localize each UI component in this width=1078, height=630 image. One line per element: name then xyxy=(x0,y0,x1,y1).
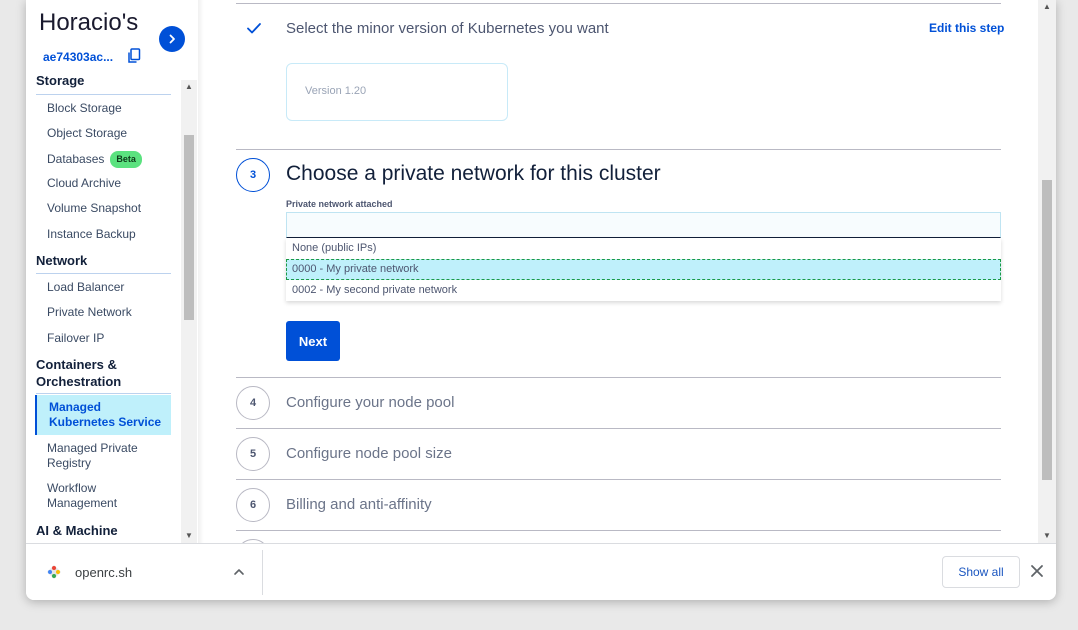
scroll-down-arrow-icon[interactable]: ▼ xyxy=(1038,529,1056,543)
sidebar-item-cloud-archive[interactable]: Cloud Archive xyxy=(47,176,121,191)
sidebar-divider xyxy=(36,393,171,394)
scroll-up-arrow-icon[interactable]: ▲ xyxy=(1038,0,1056,14)
sidebar-section-line: Orchestration xyxy=(36,374,122,389)
step-3-title: Choose a private network for this cluste… xyxy=(286,162,661,185)
sidebar-item-object-storage[interactable]: Object Storage xyxy=(47,126,127,141)
sidebar-item-label: Managed xyxy=(49,400,102,414)
sidebar-item-block-storage[interactable]: Block Storage xyxy=(47,101,122,116)
chevron-right-icon xyxy=(169,34,175,44)
sidebar-section-ai: AI & Machine xyxy=(36,523,118,538)
sidebar-item-volume-snapshot[interactable]: Volume Snapshot xyxy=(47,201,141,216)
network-option-0000[interactable]: 0000 - My private network xyxy=(286,259,1001,280)
step-5-title[interactable]: Configure node pool size xyxy=(286,445,452,462)
download-filename[interactable]: openrc.sh xyxy=(75,565,132,580)
sidebar-item-failover-ip[interactable]: Failover IP xyxy=(47,331,104,346)
step-divider xyxy=(236,3,1001,4)
step-divider xyxy=(236,428,1001,429)
sidebar: Horacio's ae74303ac... Storage Block Sto… xyxy=(26,0,198,543)
browser-window: Horacio's ae74303ac... Storage Block Sto… xyxy=(26,0,1056,600)
step-6-title[interactable]: Billing and anti-affinity xyxy=(286,496,432,513)
next-button[interactable]: Next xyxy=(286,321,340,361)
step-divider xyxy=(236,479,1001,480)
scroll-up-arrow-icon[interactable]: ▲ xyxy=(181,80,197,94)
sidebar-divider xyxy=(36,273,171,274)
sidebar-divider xyxy=(36,94,171,95)
sidebar-scrollbar[interactable]: ▲ ▼ xyxy=(181,80,197,543)
step-3-number: 3 xyxy=(236,158,270,192)
network-option-0002[interactable]: 0002 - My second private network xyxy=(286,280,1001,301)
private-network-label: Private network attached xyxy=(286,199,393,209)
content-edge-shadow xyxy=(198,0,204,543)
copy-icon[interactable] xyxy=(127,48,141,64)
main-content: Select the minor version of Kubernetes y… xyxy=(198,0,1038,543)
step-divider xyxy=(236,530,1001,531)
sidebar-section-line: Containers & xyxy=(36,357,117,372)
main-scrollbar[interactable]: ▲ ▼ xyxy=(1038,0,1056,543)
sidebar-item-label: Registry xyxy=(47,456,92,470)
chevron-up-icon[interactable] xyxy=(232,565,246,579)
sidebar-item-load-balancer[interactable]: Load Balancer xyxy=(47,280,124,295)
sidebar-item-managed-private-registry[interactable]: Managed Private Registry xyxy=(47,441,138,471)
main-scrollbar-thumb[interactable] xyxy=(1042,180,1052,480)
sidebar-item-instance-backup[interactable]: Instance Backup xyxy=(47,227,136,242)
checkmark-icon xyxy=(247,23,261,34)
private-network-dropdown: None (public IPs) 0000 - My private netw… xyxy=(286,238,1001,301)
sidebar-item-label: Databases xyxy=(47,152,105,166)
step-6-number: 6 xyxy=(236,488,270,522)
sidebar-section-containers: Containers & Orchestration xyxy=(36,356,121,390)
sidebar-section-network: Network xyxy=(36,253,88,268)
step-4-title[interactable]: Configure your node pool xyxy=(286,394,454,411)
private-network-input[interactable] xyxy=(286,212,1001,238)
project-name: Horacio's xyxy=(39,9,139,36)
sidebar-item-label: Kubernetes Service xyxy=(49,415,162,429)
version-tile[interactable]: Version 1.20 xyxy=(286,63,508,121)
step-divider xyxy=(236,377,1001,378)
beta-badge: Beta xyxy=(110,151,142,168)
edit-step-link[interactable]: Edit this step xyxy=(929,21,1004,35)
script-file-icon xyxy=(47,565,61,579)
step-5-number: 5 xyxy=(236,437,270,471)
show-all-button[interactable]: Show all xyxy=(942,556,1020,588)
sidebar-item-label: Managed Private xyxy=(47,441,138,455)
sidebar-item-label: Workflow xyxy=(47,481,97,495)
step-2-title: Select the minor version of Kubernetes y… xyxy=(286,20,609,37)
step-4-number: 4 xyxy=(236,386,270,420)
download-divider xyxy=(262,550,263,595)
network-option-none[interactable]: None (public IPs) xyxy=(286,238,1001,259)
close-icon[interactable] xyxy=(1030,564,1044,578)
sidebar-scrollbar-thumb[interactable] xyxy=(184,135,194,320)
sidebar-item-managed-kubernetes[interactable]: Managed Kubernetes Service xyxy=(35,395,171,435)
scroll-down-arrow-icon[interactable]: ▼ xyxy=(181,529,197,543)
sidebar-item-private-network[interactable]: Private Network xyxy=(47,305,132,320)
step-divider xyxy=(236,149,1001,150)
sidebar-item-label: Management xyxy=(47,496,118,510)
sidebar-section-storage: Storage xyxy=(36,73,85,88)
sidebar-item-databases[interactable]: Databases Beta xyxy=(47,151,142,168)
download-bar: openrc.sh Show all xyxy=(26,543,1056,600)
sidebar-expand-button[interactable] xyxy=(159,26,185,52)
sidebar-item-workflow-management[interactable]: Workflow Management xyxy=(47,481,117,511)
project-id: ae74303ac... xyxy=(43,50,114,64)
